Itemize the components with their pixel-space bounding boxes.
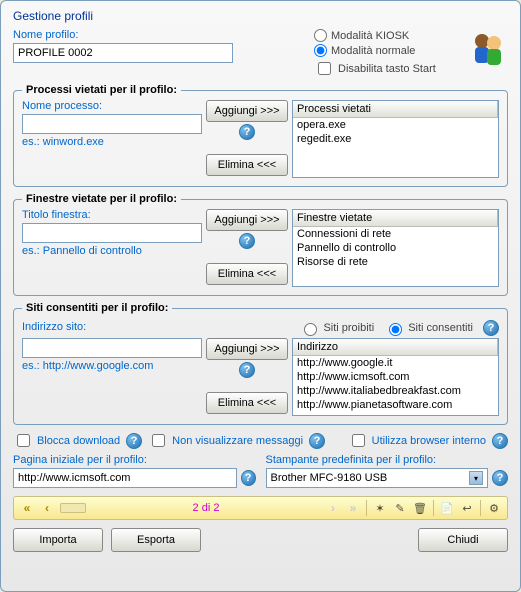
process-hint: es.: winword.exe xyxy=(22,136,202,148)
site-address-input[interactable] xyxy=(22,338,202,358)
homepage-input[interactable] xyxy=(13,468,237,488)
printer-value: Brother MFC-9180 USB xyxy=(271,472,388,484)
sites-forbidden-radio[interactable]: Siti proibiti xyxy=(299,320,374,336)
new-icon[interactable]: ✶ xyxy=(371,499,389,517)
help-icon[interactable]: ? xyxy=(126,433,142,449)
nav-last-button[interactable]: » xyxy=(344,499,362,517)
undo-icon[interactable]: ↩ xyxy=(458,499,476,517)
help-icon[interactable]: ? xyxy=(309,433,325,449)
nav-toolbar: « ‹ 2 di 2 › » ✶ ✎ 🗑 📄 ↩ ⚙ xyxy=(13,496,508,520)
printer-select[interactable]: Brother MFC-9180 USB ▾ xyxy=(266,468,489,488)
windows-legend: Finestre vietate per il profilo: xyxy=(22,193,181,205)
list-item[interactable]: http://www.google.it xyxy=(293,356,498,370)
help-icon[interactable]: ? xyxy=(483,320,499,336)
window-title-input[interactable] xyxy=(22,223,202,243)
import-button[interactable]: Importa xyxy=(13,528,103,552)
homepage-label: Pagina iniziale per il profilo: xyxy=(13,454,256,466)
window-add-button[interactable]: Aggiungi >>> xyxy=(206,209,288,231)
window-hint: es.: Pannello di controllo xyxy=(22,245,202,257)
edit-icon[interactable]: ✎ xyxy=(391,499,409,517)
process-name-input[interactable] xyxy=(22,114,202,134)
nav-prev-button[interactable]: ‹ xyxy=(38,499,56,517)
profile-manager-window: Gestione profili Nome profilo: Modalità … xyxy=(0,0,521,592)
profile-name-label: Nome profilo: xyxy=(13,29,314,41)
site-list-header[interactable]: Indirizzo xyxy=(293,339,498,356)
help-icon[interactable]: ? xyxy=(239,233,255,249)
disable-start-checkbox[interactable]: Disabilita tasto Start xyxy=(314,59,464,78)
window-list-header[interactable]: Finestre vietate xyxy=(293,210,498,227)
nav-first-button[interactable]: « xyxy=(18,499,36,517)
list-item[interactable]: Connessioni di rete xyxy=(293,227,498,241)
window-title: Gestione profili xyxy=(13,5,508,29)
list-item[interactable]: Pannello di controllo xyxy=(293,241,498,255)
site-remove-button[interactable]: Elimina <<< xyxy=(206,392,288,414)
process-add-button[interactable]: Aggiungi >>> xyxy=(206,100,288,122)
window-title-label: Titolo finestra: xyxy=(22,209,202,221)
hide-messages-checkbox[interactable]: Non visualizzare messaggi xyxy=(148,431,303,450)
mode-normal-radio[interactable]: Modalità normale xyxy=(314,44,464,57)
nav-slider[interactable] xyxy=(60,503,86,513)
chevron-down-icon: ▾ xyxy=(469,471,483,485)
process-remove-button[interactable]: Elimina <<< xyxy=(206,154,288,176)
allowed-sites-group: Siti consentiti per il profilo: Indirizz… xyxy=(13,302,508,425)
list-item[interactable]: Risorse di rete xyxy=(293,255,498,269)
window-list[interactable]: Finestre vietate Connessioni di rete Pan… xyxy=(292,209,499,287)
process-list[interactable]: Processi vietati opera.exe regedit.exe xyxy=(292,100,499,178)
help-icon[interactable]: ? xyxy=(241,470,256,486)
site-list[interactable]: Indirizzo http://www.google.it http://ww… xyxy=(292,338,499,416)
block-download-checkbox[interactable]: Blocca download xyxy=(13,431,120,450)
help-icon[interactable]: ? xyxy=(492,433,508,449)
export-button[interactable]: Esporta xyxy=(111,528,201,552)
internal-browser-checkbox[interactable]: Utilizza browser interno xyxy=(348,431,486,450)
help-icon[interactable]: ? xyxy=(239,124,255,140)
help-icon[interactable]: ? xyxy=(492,470,508,486)
users-icon xyxy=(468,29,508,69)
list-item[interactable]: regedit.exe xyxy=(293,132,498,146)
list-item[interactable]: http://www.pianetasoftware.com xyxy=(293,398,498,412)
close-button[interactable]: Chiudi xyxy=(418,528,508,552)
processes-legend: Processi vietati per il profilo: xyxy=(22,84,181,96)
nav-counter: 2 di 2 xyxy=(90,502,322,514)
delete-icon[interactable]: 🗑 xyxy=(411,499,429,517)
list-item[interactable]: http://www.icmsoft.com xyxy=(293,370,498,384)
mode-kiosk-radio[interactable]: Modalità KIOSK xyxy=(314,29,464,42)
sites-allowed-radio[interactable]: Siti consentiti xyxy=(384,320,473,336)
site-add-button[interactable]: Aggiungi >>> xyxy=(206,338,288,360)
process-list-header[interactable]: Processi vietati xyxy=(293,101,498,118)
site-hint: es.: http://www.google.com xyxy=(22,360,202,372)
forbidden-windows-group: Finestre vietate per il profilo: Titolo … xyxy=(13,193,508,296)
process-name-label: Nome processo: xyxy=(22,100,202,112)
printer-label: Stampante predefinita per il profilo: xyxy=(266,454,509,466)
sites-legend: Siti consentiti per il profilo: xyxy=(22,302,172,314)
help-icon[interactable]: ? xyxy=(239,362,255,378)
window-remove-button[interactable]: Elimina <<< xyxy=(206,263,288,285)
gear-icon[interactable]: ⚙ xyxy=(485,499,503,517)
site-address-label: Indirizzo sito: xyxy=(22,321,299,333)
list-item[interactable]: http://www.italiabedbreakfast.com xyxy=(293,384,498,398)
copy-icon[interactable]: 📄 xyxy=(438,499,456,517)
list-item[interactable]: opera.exe xyxy=(293,118,498,132)
nav-next-button[interactable]: › xyxy=(324,499,342,517)
profile-name-input[interactable] xyxy=(13,43,233,63)
forbidden-processes-group: Processi vietati per il profilo: Nome pr… xyxy=(13,84,508,187)
